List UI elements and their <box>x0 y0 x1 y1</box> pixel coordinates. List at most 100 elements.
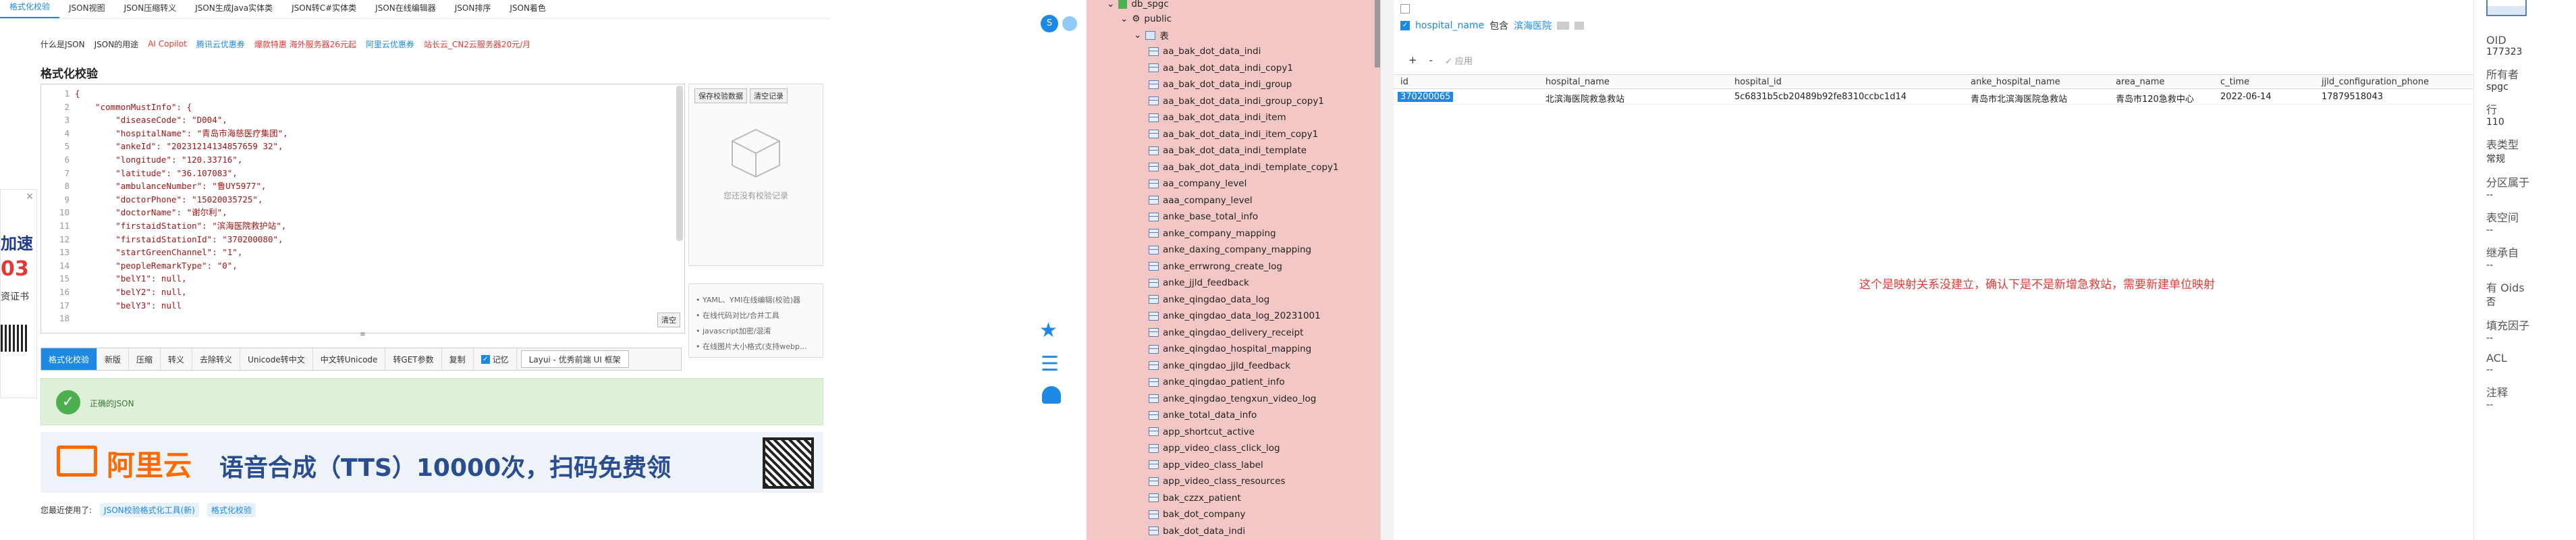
toggle-icon[interactable] <box>1062 16 1077 31</box>
tree-table-item[interactable]: anke_total_data_info <box>1149 407 1257 423</box>
tree-table-item[interactable]: anke_qingdao_delivery_receipt <box>1149 325 1303 341</box>
tree-table-item[interactable]: anke_qingdao_patient_info <box>1149 374 1285 390</box>
link-json-usage[interactable]: JSON的用途 <box>94 38 139 50</box>
filter-operator[interactable]: 包含 <box>1489 19 1508 32</box>
json-editor[interactable]: 1 2 3 4 5 6 7 8 9 10 11 12 13 14 15 16 17 18 { "commonMus… <box>40 84 685 333</box>
remove-icon[interactable] <box>1574 22 1585 30</box>
chinese-to-unicode-button[interactable]: 中文转Unicode <box>313 348 386 370</box>
table-cell[interactable]: 青岛市北滨海医院急救站 <box>1971 92 2067 105</box>
editor-scrollbar[interactable] <box>676 86 683 241</box>
table-cell[interactable]: 青岛市120急救中心 <box>2116 92 2194 105</box>
table-cell[interactable]: 5c6831b5cb20489b92fe8310ccbc1d14 <box>1734 92 1907 102</box>
translate-icon[interactable]: S <box>1041 15 1058 32</box>
tree-table-group[interactable]: ⌄ 表 <box>1134 27 1169 43</box>
delete-row-button[interactable]: - <box>1429 54 1433 67</box>
tree-table-item[interactable]: app_shortcut_active <box>1149 424 1255 440</box>
table-cell[interactable]: 2022-06-14 <box>2220 92 2272 102</box>
menu-icon[interactable]: ☰ <box>1041 352 1059 376</box>
tree-table-item[interactable]: aa_bak_dot_data_indi_copy1 <box>1149 60 1293 76</box>
tree-table-item[interactable]: anke_qingdao_data_log <box>1149 292 1269 308</box>
table-row[interactable]: 370200065 北滨海医院救急救站 5c6831b5cb20489b92fe83… <box>1394 90 2473 105</box>
editor-resize-handle[interactable]: ≡ <box>40 331 685 339</box>
escape-button[interactable]: 转义 <box>161 348 193 370</box>
tab-json-view[interactable]: JSON视图 <box>59 2 115 18</box>
column-header[interactable]: c_time <box>2220 77 2249 87</box>
filter-value[interactable]: 滨海医院 <box>1514 19 1552 32</box>
tree-table-item[interactable]: anke_company_mapping <box>1149 225 1276 242</box>
recent-chip[interactable]: 格式化校验 <box>207 503 256 517</box>
unicode-to-chinese-button[interactable]: Unicode转中文 <box>240 348 313 370</box>
tab-sort[interactable]: JSON排序 <box>445 2 501 18</box>
new-version-button[interactable]: 新版 <box>97 348 130 370</box>
remember-checkbox[interactable]: ✓ 记忆 <box>474 348 517 370</box>
tab-compress[interactable]: JSON压缩转义 <box>115 2 186 18</box>
link-tencent-coupon[interactable]: 腾讯云优惠券 <box>196 38 245 50</box>
tab-java-class[interactable]: JSON生成Java实体类 <box>186 2 282 18</box>
recent-chip[interactable]: JSON校验格式化工具(新) <box>100 503 199 517</box>
add-row-button[interactable]: + <box>1408 54 1417 67</box>
tip-item[interactable]: • javascript加密/混淆 <box>696 323 816 339</box>
tree-table-item[interactable]: aa_bak_dot_data_indi_template_copy1 <box>1149 159 1339 176</box>
format-check-button[interactable]: 格式化校验 <box>41 348 98 370</box>
table-cell[interactable]: 北滨海医院救急救站 <box>1545 92 1624 105</box>
tree-table-item[interactable]: app_video_class_click_log <box>1149 440 1280 456</box>
star-icon[interactable]: ★ <box>1039 319 1058 342</box>
tab-csharp-class[interactable]: JSON转C#实体类 <box>282 2 366 18</box>
clear-records-button[interactable]: 清空记录 <box>750 88 788 103</box>
chevron-down-icon[interactable]: ⌄ <box>1120 14 1128 24</box>
compress-button[interactable]: 压缩 <box>129 348 161 370</box>
chevron-down-icon[interactable]: ⌄ <box>1107 0 1114 9</box>
panel-divider[interactable] <box>1380 0 1394 540</box>
layui-link-button[interactable]: Layui - 优秀前端 UI 框架 <box>520 350 629 368</box>
tip-item[interactable]: • 在线代码对比/合并工具 <box>696 308 816 323</box>
tree-table-item[interactable]: aa_bak_dot_data_indi <box>1149 43 1261 59</box>
link-aliyun-coupon[interactable]: 阿里云优惠券 <box>366 38 414 50</box>
table-cell[interactable]: 17879518043 <box>2322 92 2383 102</box>
tree-table-item[interactable]: anke_daxing_company_mapping <box>1149 242 1311 258</box>
tree-table-item[interactable]: anke_qingdao_tengxun_video_log <box>1149 391 1316 407</box>
column-header[interactable]: id <box>1400 77 1408 87</box>
link-what-is-json[interactable]: 什么是JSON <box>40 38 85 50</box>
tree-table-item[interactable]: aa_bak_dot_data_indi_group <box>1149 76 1292 92</box>
tree-table-item[interactable]: aa_bak_dot_data_indi_item_copy1 <box>1149 126 1318 142</box>
to-get-params-button[interactable]: 转GET参数 <box>385 348 442 370</box>
checkbox-icon[interactable]: ✓ <box>1400 21 1410 30</box>
chevron-down-icon[interactable]: ⌄ <box>1134 30 1141 40</box>
close-icon[interactable]: × <box>26 191 34 202</box>
link-cn2-server[interactable]: 站长云_CN2云服务器20元/月 <box>424 38 530 50</box>
tree-table-item[interactable]: bak_dot_data_indi <box>1149 523 1245 539</box>
tip-item[interactable]: • 在线图片大小格式(支持webp... <box>696 339 816 354</box>
tree-table-item[interactable]: aa_bak_dot_data_indi_template <box>1149 142 1307 159</box>
column-header[interactable]: hospital_id <box>1734 77 1782 87</box>
tree-table-item[interactable]: anke_qingdao_jjld_feedback <box>1149 358 1290 374</box>
unescape-button[interactable]: 去除转义 <box>192 348 241 370</box>
bell-icon[interactable] <box>1042 386 1061 404</box>
checkbox-icon[interactable] <box>1400 4 1410 14</box>
column-header[interactable]: area_name <box>2116 77 2164 87</box>
tree-table-item[interactable]: aa_bak_dot_data_indi_item <box>1149 109 1286 126</box>
link-ai-copilot[interactable]: AI Copilot <box>148 39 187 49</box>
tree-table-item[interactable]: app_video_class_resources <box>1149 473 1285 489</box>
tab-online-editor[interactable]: JSON在线编辑器 <box>366 2 445 18</box>
apply-button[interactable]: ✓ 应用 <box>1445 54 1473 67</box>
tree-table-item[interactable]: anke_base_total_info <box>1149 209 1258 225</box>
tree-schema[interactable]: ⌄ ⚙ public <box>1120 11 1172 27</box>
column-header[interactable]: jjld_configuration_phone <box>2322 77 2429 87</box>
tree-table-item[interactable]: anke_jjld_feedback <box>1149 275 1249 291</box>
tip-item[interactable]: • YAML、YMI在线编辑(校验)器 <box>696 292 816 308</box>
code-area[interactable]: { "commonMustInfo": { "diseaseCode": "D0… <box>75 87 288 312</box>
tree-table-item[interactable]: bak_czzx_patient <box>1149 490 1241 506</box>
save-check-button[interactable]: 保存校验数据 <box>694 88 747 103</box>
ad-banner[interactable]: 阿里云 语音合成（TTS）10000次，扫码免费领 <box>40 432 823 493</box>
tree-table-item[interactable]: aaa_company_level <box>1149 192 1253 209</box>
edit-icon[interactable] <box>1557 22 1570 30</box>
copy-button[interactable]: 复制 <box>442 348 474 370</box>
tree-scrollbar[interactable] <box>1375 0 1380 68</box>
tree-table-item[interactable]: anke_errwrong_create_log <box>1149 259 1282 275</box>
column-header[interactable]: hospital_name <box>1545 77 1610 87</box>
tab-format[interactable]: 格式化校验 <box>0 1 60 18</box>
filter-field[interactable]: hospital_name <box>1415 20 1484 31</box>
tree-table-item[interactable]: bak_dot_company <box>1149 506 1246 522</box>
floating-ad-strip[interactable]: × 加速 03 资证书 <box>0 189 37 398</box>
tree-table-item[interactable]: anke_qingdao_data_log_20231001 <box>1149 308 1321 324</box>
